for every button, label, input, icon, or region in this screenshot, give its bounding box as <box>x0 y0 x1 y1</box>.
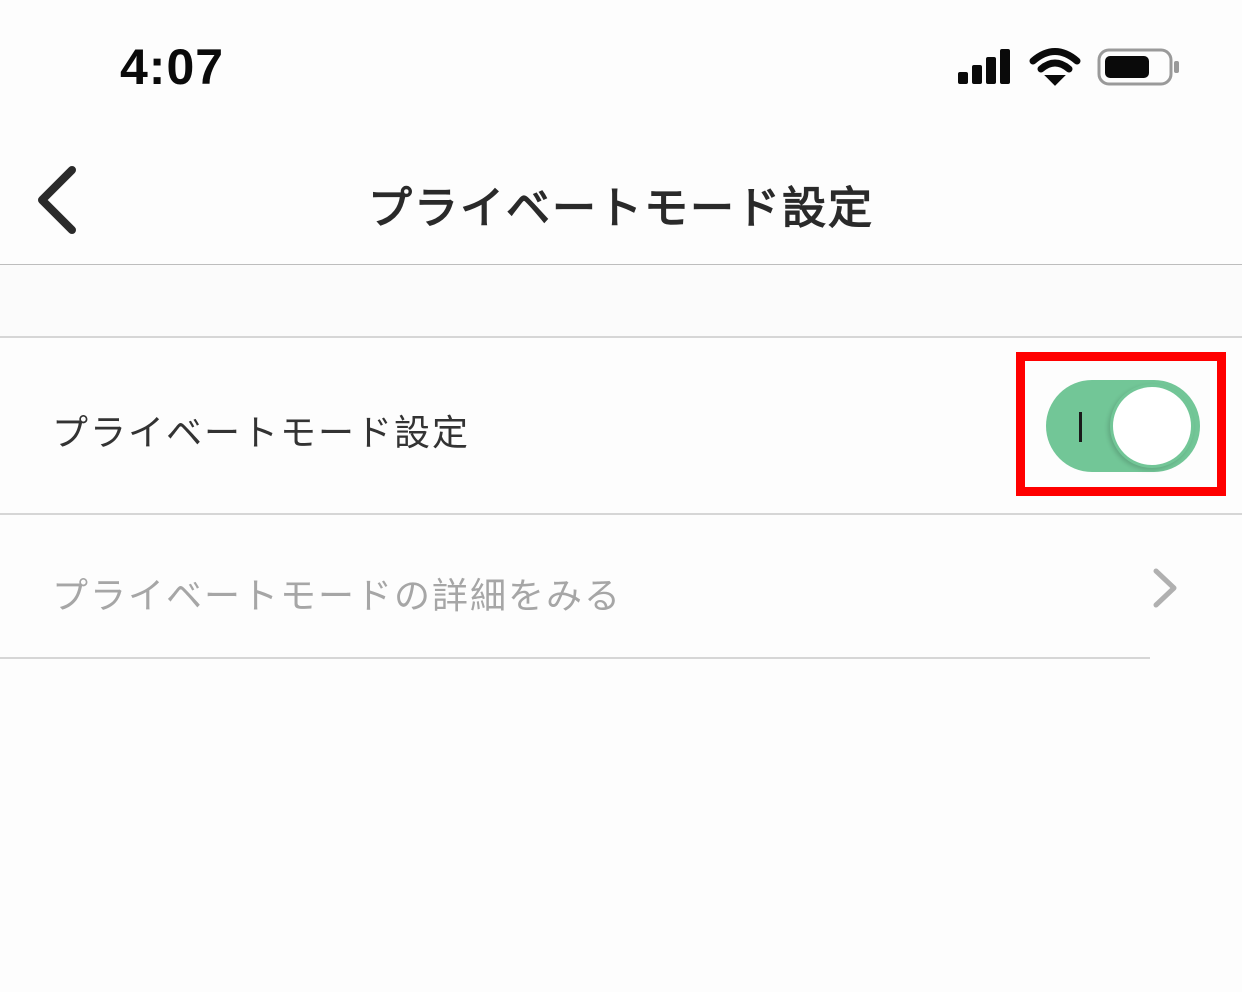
private-mode-row: プライベートモード設定 <box>0 338 1242 515</box>
private-mode-toggle[interactable] <box>1046 380 1200 472</box>
private-mode-details-label: プライベートモードの詳細をみる <box>52 576 623 617</box>
cellular-signal-icon <box>958 49 1010 84</box>
toggle-on-indicator <box>1079 412 1082 442</box>
status-time: 4:07 <box>120 39 225 95</box>
navigation-bar: プライベートモード設定 <box>0 130 1242 265</box>
row-divider <box>0 657 1150 659</box>
private-mode-label: プライベートモード設定 <box>52 413 471 454</box>
status-icons <box>956 46 1186 90</box>
chevron-right-icon <box>1150 567 1180 609</box>
private-mode-settings-screen: 4:07 プライベートモード設定 プライベートモード設定 プライベートモードの詳… <box>0 0 1242 992</box>
toggle-knob <box>1110 384 1194 468</box>
battery-icon <box>1097 48 1179 86</box>
wifi-icon <box>1029 48 1081 86</box>
private-mode-details-row[interactable]: プライベートモードの詳細をみる <box>0 515 1242 659</box>
status-bar: 4:07 <box>0 0 1242 130</box>
page-title: プライベートモード設定 <box>368 183 874 234</box>
section-spacer <box>0 265 1242 338</box>
